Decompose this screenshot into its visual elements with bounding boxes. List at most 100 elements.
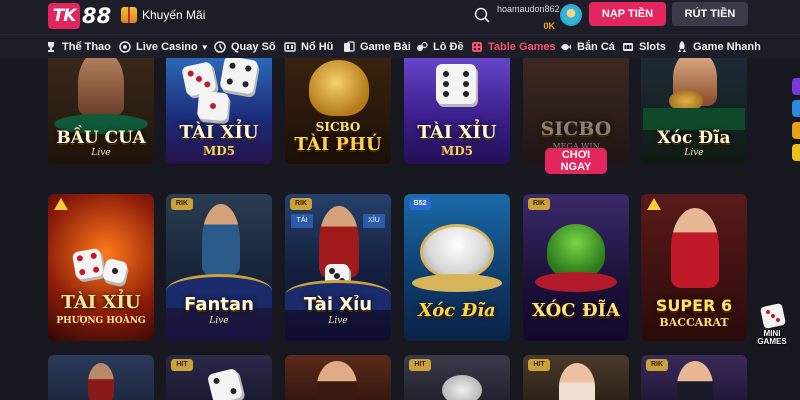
provider-badge: HIT [528, 359, 550, 371]
game-card-row3-6[interactable]: RIK [641, 355, 747, 400]
provider-badge: HIT [409, 359, 431, 371]
search-icon[interactable] [474, 7, 490, 23]
dealer-figure [202, 204, 240, 276]
xiu-screen: XỈU [363, 214, 385, 228]
plate-art [412, 274, 502, 292]
nav-item-slots[interactable]: Slots [622, 38, 666, 56]
mini-games-label: MINI GAMES [752, 330, 792, 346]
nav-label: Game Bài [360, 41, 411, 53]
promotions-link[interactable]: Khuyến Mãi [121, 7, 205, 23]
nav-item-jackpot[interactable]: Nổ Hũ [284, 38, 333, 56]
tai-screen: TÀI [291, 214, 313, 228]
gift-icon [121, 7, 137, 23]
game-card-row3-5[interactable]: HIT [523, 355, 629, 400]
dealer-figure [559, 363, 595, 400]
nav-item-lo-de[interactable]: Lô Đề [416, 38, 464, 56]
dealer-figure [88, 363, 114, 400]
main-nav: Thể Thao Live Casino ▼ Quay Số Nổ Hũ Gam… [0, 34, 800, 58]
nav-label: Game Nhanh [693, 41, 761, 53]
nav-label: Nổ Hũ [301, 41, 334, 53]
game-title: XÓC ĐĨA [531, 300, 621, 321]
avatar[interactable] [560, 4, 582, 26]
mini-games-label-line2: GAMES [757, 337, 787, 346]
golden-toad-art [309, 60, 369, 116]
game-title: Fantan [184, 294, 254, 315]
provider-badge: RIK [646, 359, 668, 371]
nav-label: Slots [639, 41, 666, 53]
top-bar: TK 88 Khuyến Mãi hoamaudon862 0K NẠP TIỀ… [0, 0, 800, 34]
game-title: BẦU CUA [56, 128, 146, 148]
game-title: TÀI XỈU [417, 122, 497, 143]
game-card-xoc-dia-b52[interactable]: B52 Xóc Đĩa [404, 194, 510, 341]
game-subtitle: SICBO [315, 120, 361, 134]
fish-icon [561, 44, 571, 50]
game-card-tai-xiu-md5-2[interactable]: TÀI XỈU MD5 [404, 58, 510, 164]
nav-item-card-games[interactable]: Game Bài [343, 38, 411, 56]
nav-item-sports[interactable]: Thể Thao [45, 38, 111, 56]
dealer-figure [78, 58, 124, 116]
game-card-row3-1[interactable] [48, 355, 154, 400]
game-card-tai-xiu-phuong-hoang[interactable]: TÀI XỈU PHƯỢNG HOÀNG [48, 194, 154, 341]
chevron-down-icon: ▼ [200, 42, 209, 52]
game-subtitle: BACCARAT [659, 316, 729, 329]
game-card-xoc-dia-live[interactable]: Xóc Đĩa Live [641, 58, 747, 164]
game-card-xoc-dia-rik[interactable]: RIK XÓC ĐĨA [523, 194, 629, 341]
provider-badge: B52 [409, 198, 431, 210]
nav-item-fishing[interactable]: Bắn Cá [560, 38, 615, 56]
dealer-figure [671, 208, 719, 288]
game-card-sicbo-tai-phu[interactable]: SICBO TÀI PHÚ [285, 58, 391, 164]
dealer-figure [677, 361, 713, 400]
logo-mark: TK [48, 3, 80, 29]
play-now-button[interactable]: CHƠI NGAY [545, 148, 607, 174]
lottery-icon [214, 41, 226, 53]
game-subtitle: Live [91, 148, 111, 158]
game-subtitle: MD5 [202, 144, 236, 158]
game-subtitle: Live [328, 316, 348, 326]
provider-badge: HIT [171, 359, 193, 371]
casino-chip-icon [119, 41, 131, 53]
table-art [643, 108, 745, 130]
username: hoamaudon862 [497, 4, 560, 14]
side-tab[interactable] [792, 122, 800, 139]
game-card-row3-4[interactable]: HIT [404, 355, 510, 400]
bowl-art [420, 224, 494, 280]
game-grid: BẦU CUA Live TÀI XỈU MD5 SICBO TÀI PHÚ T… [0, 58, 800, 400]
nav-label: Thể Thao [62, 41, 111, 53]
plate-art [535, 272, 617, 292]
game-card-fantan-live[interactable]: RIK Fantan Live [166, 194, 272, 341]
game-card-tai-xiu-live[interactable]: RIK TÀI XỈU Tài Xỉu Live [285, 194, 391, 341]
game-card-row3-3[interactable] [285, 355, 391, 400]
game-card-super-6-baccarat[interactable]: SUPER 6 BACCARAT [641, 194, 747, 341]
dice-art [219, 58, 259, 95]
nav-item-lottery[interactable]: Quay Số [214, 38, 276, 56]
nav-item-table-games[interactable]: Table Games [471, 38, 556, 56]
nav-item-quick-games[interactable]: Game Nhanh [676, 38, 761, 56]
game-card-row3-2[interactable]: HIT [166, 355, 272, 400]
balance: 0K [543, 21, 555, 31]
dice-art [71, 247, 105, 281]
game-title: SUPER 6 [655, 296, 733, 315]
game-card-tai-xiu-md5-1[interactable]: TÀI XỈU MD5 [166, 58, 272, 164]
promotions-label: Khuyến Mãi [142, 8, 206, 22]
withdraw-button[interactable]: RÚT TIỀN [672, 2, 748, 26]
warning-icon [54, 198, 68, 210]
side-tab[interactable] [792, 144, 800, 161]
game-card-bau-cua-live[interactable]: BẦU CUA Live [48, 58, 154, 164]
site-logo[interactable]: TK 88 [48, 3, 111, 29]
deposit-button[interactable]: NẠP TIỀN [589, 2, 666, 26]
user-info[interactable]: hoamaudon862 0K [497, 3, 560, 32]
dice-art [101, 257, 129, 285]
warning-icon [647, 198, 661, 210]
game-title: SICBO [540, 118, 612, 140]
game-subtitle: MD5 [440, 144, 474, 158]
bowl-art [547, 224, 605, 278]
game-title: Xóc Đĩa [418, 300, 496, 321]
game-title: TÀI PHÚ [294, 134, 382, 155]
side-tab[interactable] [792, 78, 800, 95]
provider-badge: RIK [171, 198, 193, 210]
nav-label: Table Games [488, 41, 556, 53]
nav-item-live-casino[interactable]: Live Casino ▼ [119, 38, 209, 56]
logo-number: 88 [82, 4, 112, 28]
side-tab[interactable] [792, 100, 800, 117]
mini-games-button[interactable]: MINI GAMES [752, 303, 792, 346]
